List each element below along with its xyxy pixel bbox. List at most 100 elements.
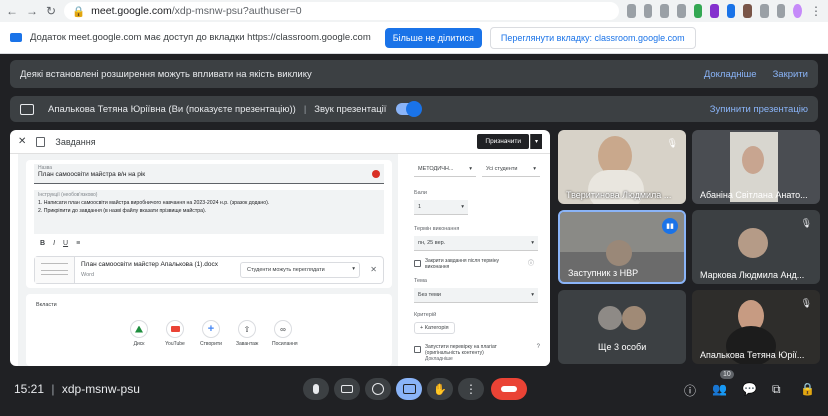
add-rubric-button[interactable]: + Категорія — [414, 322, 455, 334]
attach-caption: Вкласти — [36, 302, 57, 308]
side-panel-icon[interactable] — [776, 4, 786, 18]
back-icon[interactable]: ← — [6, 4, 18, 18]
plagiarism-checkbox[interactable] — [414, 346, 421, 353]
participant-tile[interactable]: Ще 3 особи — [558, 290, 686, 364]
chat-icon[interactable]: 💬 — [742, 382, 757, 396]
people-icon[interactable]: 👥 — [712, 382, 727, 396]
remove-attachment-icon[interactable]: ✕ — [370, 265, 377, 274]
students-select[interactable]: Усі студенти ▾ — [482, 162, 540, 177]
tab-sharing-infobar: Додаток meet.google.com має доступ до вк… — [0, 22, 828, 54]
topic-value: Без теми — [418, 292, 441, 298]
lock-icon[interactable]: 🔒 — [72, 5, 85, 18]
bookmark-star-icon[interactable] — [676, 4, 686, 18]
attachment-card[interactable]: План самоосвіти майстер Апалькова (1).do… — [34, 256, 384, 284]
present-screen-icon — [20, 103, 34, 115]
presentation-audio-toggle[interactable] — [396, 101, 423, 117]
assign-button[interactable]: Призначити — [477, 134, 529, 149]
presented-screen: ✕ Завдання Призначити ▾ Назва План самоо… — [10, 130, 550, 366]
reload-icon[interactable]: ↻ — [46, 4, 56, 18]
topic-select[interactable]: Без теми ▾ — [414, 288, 538, 303]
host-controls-icon[interactable]: 🔒 — [800, 382, 815, 396]
list-button[interactable]: ≡ — [76, 240, 80, 247]
attachment-permission-select[interactable]: Студенти можуть переглядати ▾ — [240, 262, 360, 278]
address-bar[interactable]: 🔒 meet.google.com/xdp-msnw-psu?authuser=… — [64, 2, 620, 20]
close-banner-button[interactable]: Закрити — [773, 69, 808, 80]
assignment-main-pane: Назва План самоосвіти майстра в/н на рік… — [18, 154, 398, 366]
close-icon[interactable]: ✕ — [18, 136, 26, 147]
extension-icon[interactable] — [710, 4, 719, 18]
presentation-audio-label: Звук презентації — [314, 103, 387, 115]
bold-button[interactable]: B — [40, 240, 45, 247]
participant-tile[interactable]: ▮▮ Заступник з НВР — [558, 210, 686, 284]
present-screen-icon — [402, 384, 416, 394]
participant-tile[interactable]: Абаніна Світлана Анато... — [692, 130, 820, 204]
attach-options: Диск YouTube + Створити ⇧ Завантаж ∞ Пос… — [128, 320, 298, 347]
microphone-button[interactable] — [303, 378, 329, 400]
extension-icon[interactable] — [726, 4, 736, 18]
participant-tile[interactable]: 🎙 Апалькова Тетяна Юрії... — [692, 290, 820, 364]
kebab-menu-icon[interactable]: ⋮ — [810, 4, 822, 18]
attach-label: YouTube — [165, 341, 185, 347]
puzzle-icon[interactable] — [760, 4, 769, 18]
attach-drive-button[interactable]: Диск — [128, 320, 150, 347]
help-icon: ? — [536, 344, 540, 350]
youtube-icon — [166, 320, 184, 338]
meet-icon — [10, 33, 22, 42]
activities-icon[interactable]: ⧉ — [772, 382, 781, 397]
avatar — [622, 306, 646, 330]
mic-off-icon: 🎙 — [666, 138, 678, 148]
sharing-message: Додаток meet.google.com має доступ до вк… — [30, 32, 371, 43]
forward-icon[interactable]: → — [26, 4, 38, 18]
reactions-button[interactable] — [365, 378, 391, 400]
translate-icon[interactable] — [643, 4, 653, 18]
leave-call-button[interactable] — [491, 378, 527, 400]
points-caption: Бали — [414, 190, 427, 196]
extension-icon[interactable] — [743, 4, 753, 18]
avatar — [738, 228, 768, 258]
title-field[interactable]: Назва План самоосвіти майстра в/н на рік — [34, 164, 384, 184]
learn-more-link[interactable]: Докладніше — [704, 69, 757, 80]
assignment-icon — [36, 136, 46, 147]
italic-button[interactable]: I — [53, 240, 55, 247]
avatar — [598, 306, 622, 330]
participant-name: Апалькова Тетяна Юрії... — [700, 350, 805, 360]
instructions-caption: Інструкції (необов'язково) — [38, 192, 98, 198]
close-after-due-checkbox[interactable] — [414, 260, 421, 267]
attach-label: Завантаж — [236, 341, 259, 347]
class-select[interactable]: МЕТОДИЧН... ▾ — [414, 162, 476, 177]
students-value: Усі студенти — [486, 166, 518, 172]
emoji-icon — [372, 383, 384, 395]
attach-youtube-button[interactable]: YouTube — [164, 320, 186, 347]
share-icon[interactable] — [660, 4, 669, 18]
close-after-due-row: Закрити завдання після терміну виконання… — [414, 258, 534, 270]
due-select[interactable]: пн, 25 вер. ▾ — [414, 236, 538, 251]
stop-presenting-button[interactable]: Зупинити презентацію — [710, 104, 808, 115]
instructions-field[interactable]: Інструкції (необов'язково) 1. Написати п… — [34, 190, 384, 234]
raise-hand-button[interactable]: ✋ — [427, 378, 453, 400]
plagiarism-learn-more[interactable]: Докладніше — [425, 356, 533, 362]
attach-create-button[interactable]: + Створити — [200, 320, 222, 347]
hang-up-icon — [501, 386, 517, 392]
attach-upload-button[interactable]: ⇧ Завантаж — [236, 320, 258, 347]
underline-button[interactable]: U — [63, 240, 68, 247]
meeting-code: xdp-msnw-psu — [61, 382, 140, 396]
participant-tile[interactable]: 🎙 Маркова Людмила Анд... — [692, 210, 820, 284]
assign-dropdown-button[interactable]: ▾ — [529, 134, 542, 149]
switch-tab-button[interactable]: Переглянути вкладку: classroom.google.co… — [489, 26, 696, 49]
attach-link-button[interactable]: ∞ Посилання — [272, 320, 298, 347]
stop-sharing-button[interactable]: Більше не ділитися — [384, 27, 482, 48]
camera-button[interactable] — [334, 378, 360, 400]
chevron-down-icon: ▾ — [533, 166, 536, 172]
participant-tile[interactable]: 🎙 Тверитинова Людмила ... — [558, 130, 686, 204]
more-options-button[interactable]: ⋮ — [458, 378, 484, 400]
extension-icon[interactable] — [693, 4, 703, 18]
avatar[interactable] — [793, 4, 802, 18]
attachment-type: Word — [81, 272, 95, 278]
extension-icon[interactable] — [627, 4, 636, 18]
present-button[interactable] — [396, 378, 422, 400]
points-select[interactable]: 1 ▾ — [414, 200, 468, 215]
plagiarism-label: Запустити перевірку на плагіат (оригінал… — [425, 344, 497, 356]
meeting-details-icon[interactable]: ⓘ — [684, 382, 696, 399]
kebab-menu-icon: ⋮ — [465, 382, 477, 396]
attach-label: Створити — [200, 341, 222, 347]
